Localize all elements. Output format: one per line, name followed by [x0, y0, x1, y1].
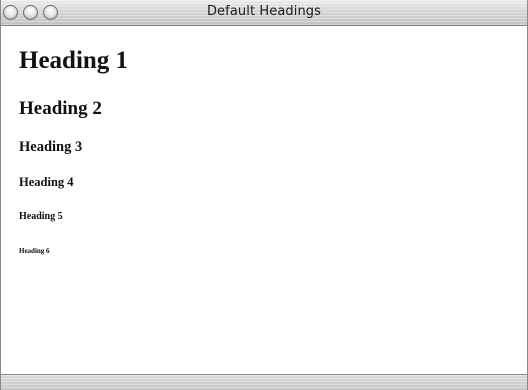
- title-bar[interactable]: Default Headings: [1, 0, 527, 26]
- heading-4: Heading 4: [19, 175, 74, 189]
- status-bar: [1, 374, 527, 390]
- heading-6: Heading 6: [19, 247, 50, 255]
- heading-5: Heading 5: [19, 211, 63, 222]
- browser-window: Default Headings Heading 1 Heading 2 Hea…: [0, 0, 528, 390]
- window-title: Default Headings: [206, 4, 322, 19]
- heading-3: Heading 3: [19, 139, 83, 155]
- heading-2: Heading 2: [19, 98, 102, 119]
- heading-1: Heading 1: [19, 47, 129, 74]
- page-content: Heading 1 Heading 2 Heading 3 Heading 4 …: [1, 27, 527, 374]
